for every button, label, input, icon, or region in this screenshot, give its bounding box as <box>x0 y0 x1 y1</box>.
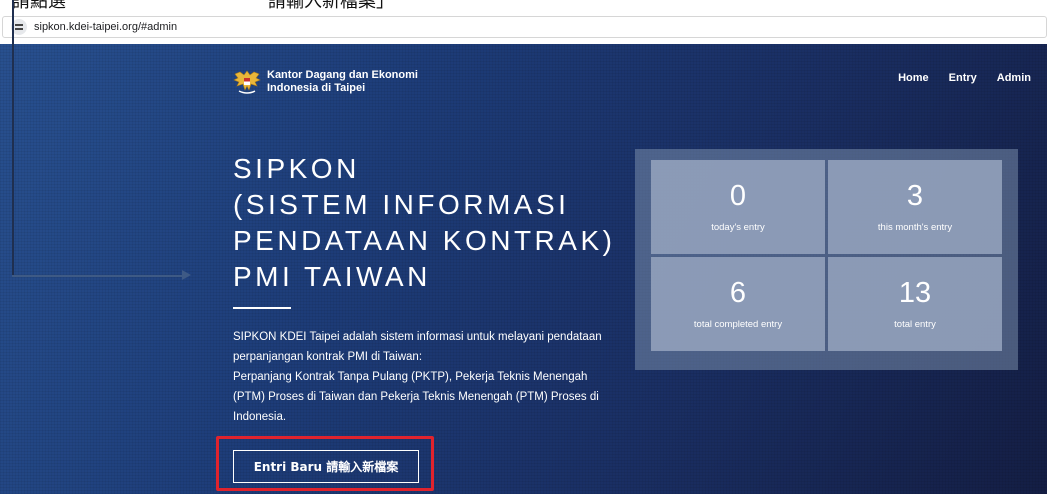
stat-value: 3 <box>906 180 924 212</box>
annotation-text: 請點選 請輸入新檔案」 <box>0 0 1047 9</box>
stat-value: 13 <box>898 277 932 309</box>
annotation-text-left: 請點選 <box>12 0 66 9</box>
brand[interactable]: Kantor Dagang dan Ekonomi Indonesia di T… <box>231 66 418 98</box>
title-line-1: SIPKON <box>233 153 360 184</box>
title-line-4: PMI TAIWAN <box>233 261 431 292</box>
brand-name: Kantor Dagang dan Ekonomi Indonesia di T… <box>267 69 418 95</box>
annotation-arrow-head <box>182 270 191 280</box>
garuda-logo <box>233 70 261 94</box>
stat-label: this month's entry <box>877 222 953 233</box>
annotation-arrow-line <box>12 275 182 277</box>
description-line: Perpanjang Kontrak Tanpa Pulang (PKTP), … <box>233 371 588 383</box>
stat-today-entry: 0 today's entry <box>651 160 825 254</box>
title-line-2: (SISTEM INFORMASI <box>233 189 570 220</box>
stat-value: 6 <box>729 277 747 309</box>
stats-panel: 0 today's entry 3 this month's entry 6 t… <box>635 149 1018 370</box>
stat-month-entry: 3 this month's entry <box>828 160 1002 254</box>
page-title: SIPKON (SISTEM INFORMASI PENDATAAN KONTR… <box>233 151 615 295</box>
screenshot-root: 請點選 請輸入新檔案」 sipkon.kdei-taipei.org/#admi… <box>0 0 1047 494</box>
stat-label: total completed entry <box>693 319 783 330</box>
hero-section: Kantor Dagang dan Ekonomi Indonesia di T… <box>0 44 1047 494</box>
stat-label: today's entry <box>711 222 765 233</box>
stat-completed-entry: 6 total completed entry <box>651 257 825 351</box>
brand-line-2: Indonesia di Taipei <box>267 82 366 94</box>
browser-address-bar[interactable]: sipkon.kdei-taipei.org/#admin <box>2 16 1047 38</box>
stat-total-entry: 13 total entry <box>828 257 1002 351</box>
stat-value: 0 <box>729 180 747 212</box>
new-entry-button[interactable]: Entri Baru 請輸入新檔案 <box>233 450 419 483</box>
annotation-arrow-line <box>12 0 14 276</box>
nav-entry[interactable]: Entry <box>949 72 977 84</box>
annotation-text-right: 請輸入新檔案」 <box>268 0 394 9</box>
title-line-3: PENDATAAN KONTRAK) <box>233 225 616 256</box>
description-line: (PTM) Proses di Taiwan dan Pekerja Tekni… <box>233 391 599 403</box>
url-text[interactable]: sipkon.kdei-taipei.org/#admin <box>34 21 177 33</box>
nav-home[interactable]: Home <box>898 72 929 84</box>
hero-description: SIPKON KDEI Taipei adalah sistem informa… <box>233 327 653 427</box>
brand-line-1: Kantor Dagang dan Ekonomi <box>267 69 418 81</box>
top-nav: Home Entry Admin <box>898 72 1031 84</box>
description-line: perpanjangan kontrak PMI di Taiwan: <box>233 351 423 363</box>
stat-label: total entry <box>894 319 936 330</box>
description-line: Indonesia. <box>233 411 287 423</box>
description-line: SIPKON KDEI Taipei adalah sistem informa… <box>233 331 602 343</box>
nav-admin[interactable]: Admin <box>997 72 1031 84</box>
title-divider <box>233 307 291 309</box>
